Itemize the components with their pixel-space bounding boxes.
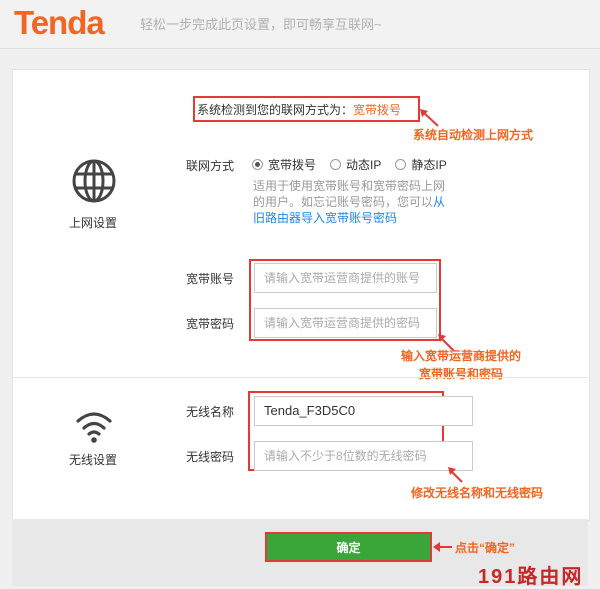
ok-button[interactable]: 确定: [265, 532, 432, 562]
detect-annotation: 系统自动检测上网方式: [413, 128, 534, 142]
radio-static-label: 静态IP: [411, 157, 447, 172]
radio-pppoe[interactable]: 宽带拨号: [252, 156, 316, 173]
account-input[interactable]: 请输入宽带运营商提供的账号: [254, 263, 437, 293]
arrow-left-icon: [433, 542, 452, 552]
wifi-password-input[interactable]: 请输入不少于8位数的无线密码: [254, 441, 473, 471]
radio-pppoe-circle[interactable]: [252, 158, 263, 170]
help-text: 适用于使用宽带账号和宽带密码上网的用户。如忘记账号密码，您可以: [253, 179, 446, 209]
header-slogan: 轻松一步完成此页设置，即可畅享互联网~: [140, 17, 382, 32]
header-bar: Tenda 轻松一步完成此页设置，即可畅享互联网~: [0, 0, 600, 49]
globe-icon: [72, 159, 116, 203]
wifi-password-label: 无线密码: [186, 450, 235, 464]
radio-dhcp[interactable]: 动态IP: [330, 156, 381, 173]
section-divider: [12, 377, 588, 378]
radio-static-circle[interactable]: [395, 158, 407, 170]
wireless-annotation: 修改无线名称和无线密码: [411, 486, 544, 500]
wifi-icon: [76, 412, 112, 443]
arrow-icon: [448, 467, 463, 483]
ssid-label: 无线名称: [186, 405, 235, 419]
mode-radio-group: 宽带拨号 动态IP 静态IP: [252, 156, 461, 172]
password-label: 宽带密码: [186, 317, 235, 331]
mode-label: 联网方式: [186, 159, 235, 173]
ok-annotation: 点击“确定”: [455, 541, 516, 555]
detect-result: 系统检测到您的联网方式为：宽带拨号: [197, 101, 401, 118]
radio-static[interactable]: 静态IP: [395, 156, 447, 173]
radio-dhcp-label: 动态IP: [346, 157, 382, 172]
password-input[interactable]: 请输入宽带运营商提供的密码: [254, 308, 437, 338]
account-annotation-line1: 输入宽带运营商提供的: [400, 349, 521, 363]
detect-label: 系统检测到您的联网方式为：: [197, 103, 354, 117]
detect-value: 宽带拨号: [353, 103, 402, 117]
wireless-section-label: 无线设置: [69, 453, 118, 467]
watermark: 191路由网: [478, 566, 584, 588]
mode-help-text: 适用于使用宽带账号和宽带密码上网的用户。如忘记账号密码，您可以从旧路由器导入宽带…: [253, 178, 453, 226]
internet-section-label: 上网设置: [69, 216, 118, 230]
account-annotation-line2: 宽带账号和密码: [418, 367, 503, 381]
radio-pppoe-label: 宽带拨号: [268, 157, 317, 172]
account-label: 宽带账号: [186, 272, 235, 286]
arrow-icon: [420, 109, 439, 127]
ssid-input[interactable]: Tenda_F3D5C0: [254, 396, 473, 426]
radio-dhcp-circle[interactable]: [330, 158, 342, 170]
tenda-logo: Tenda: [14, 4, 105, 41]
